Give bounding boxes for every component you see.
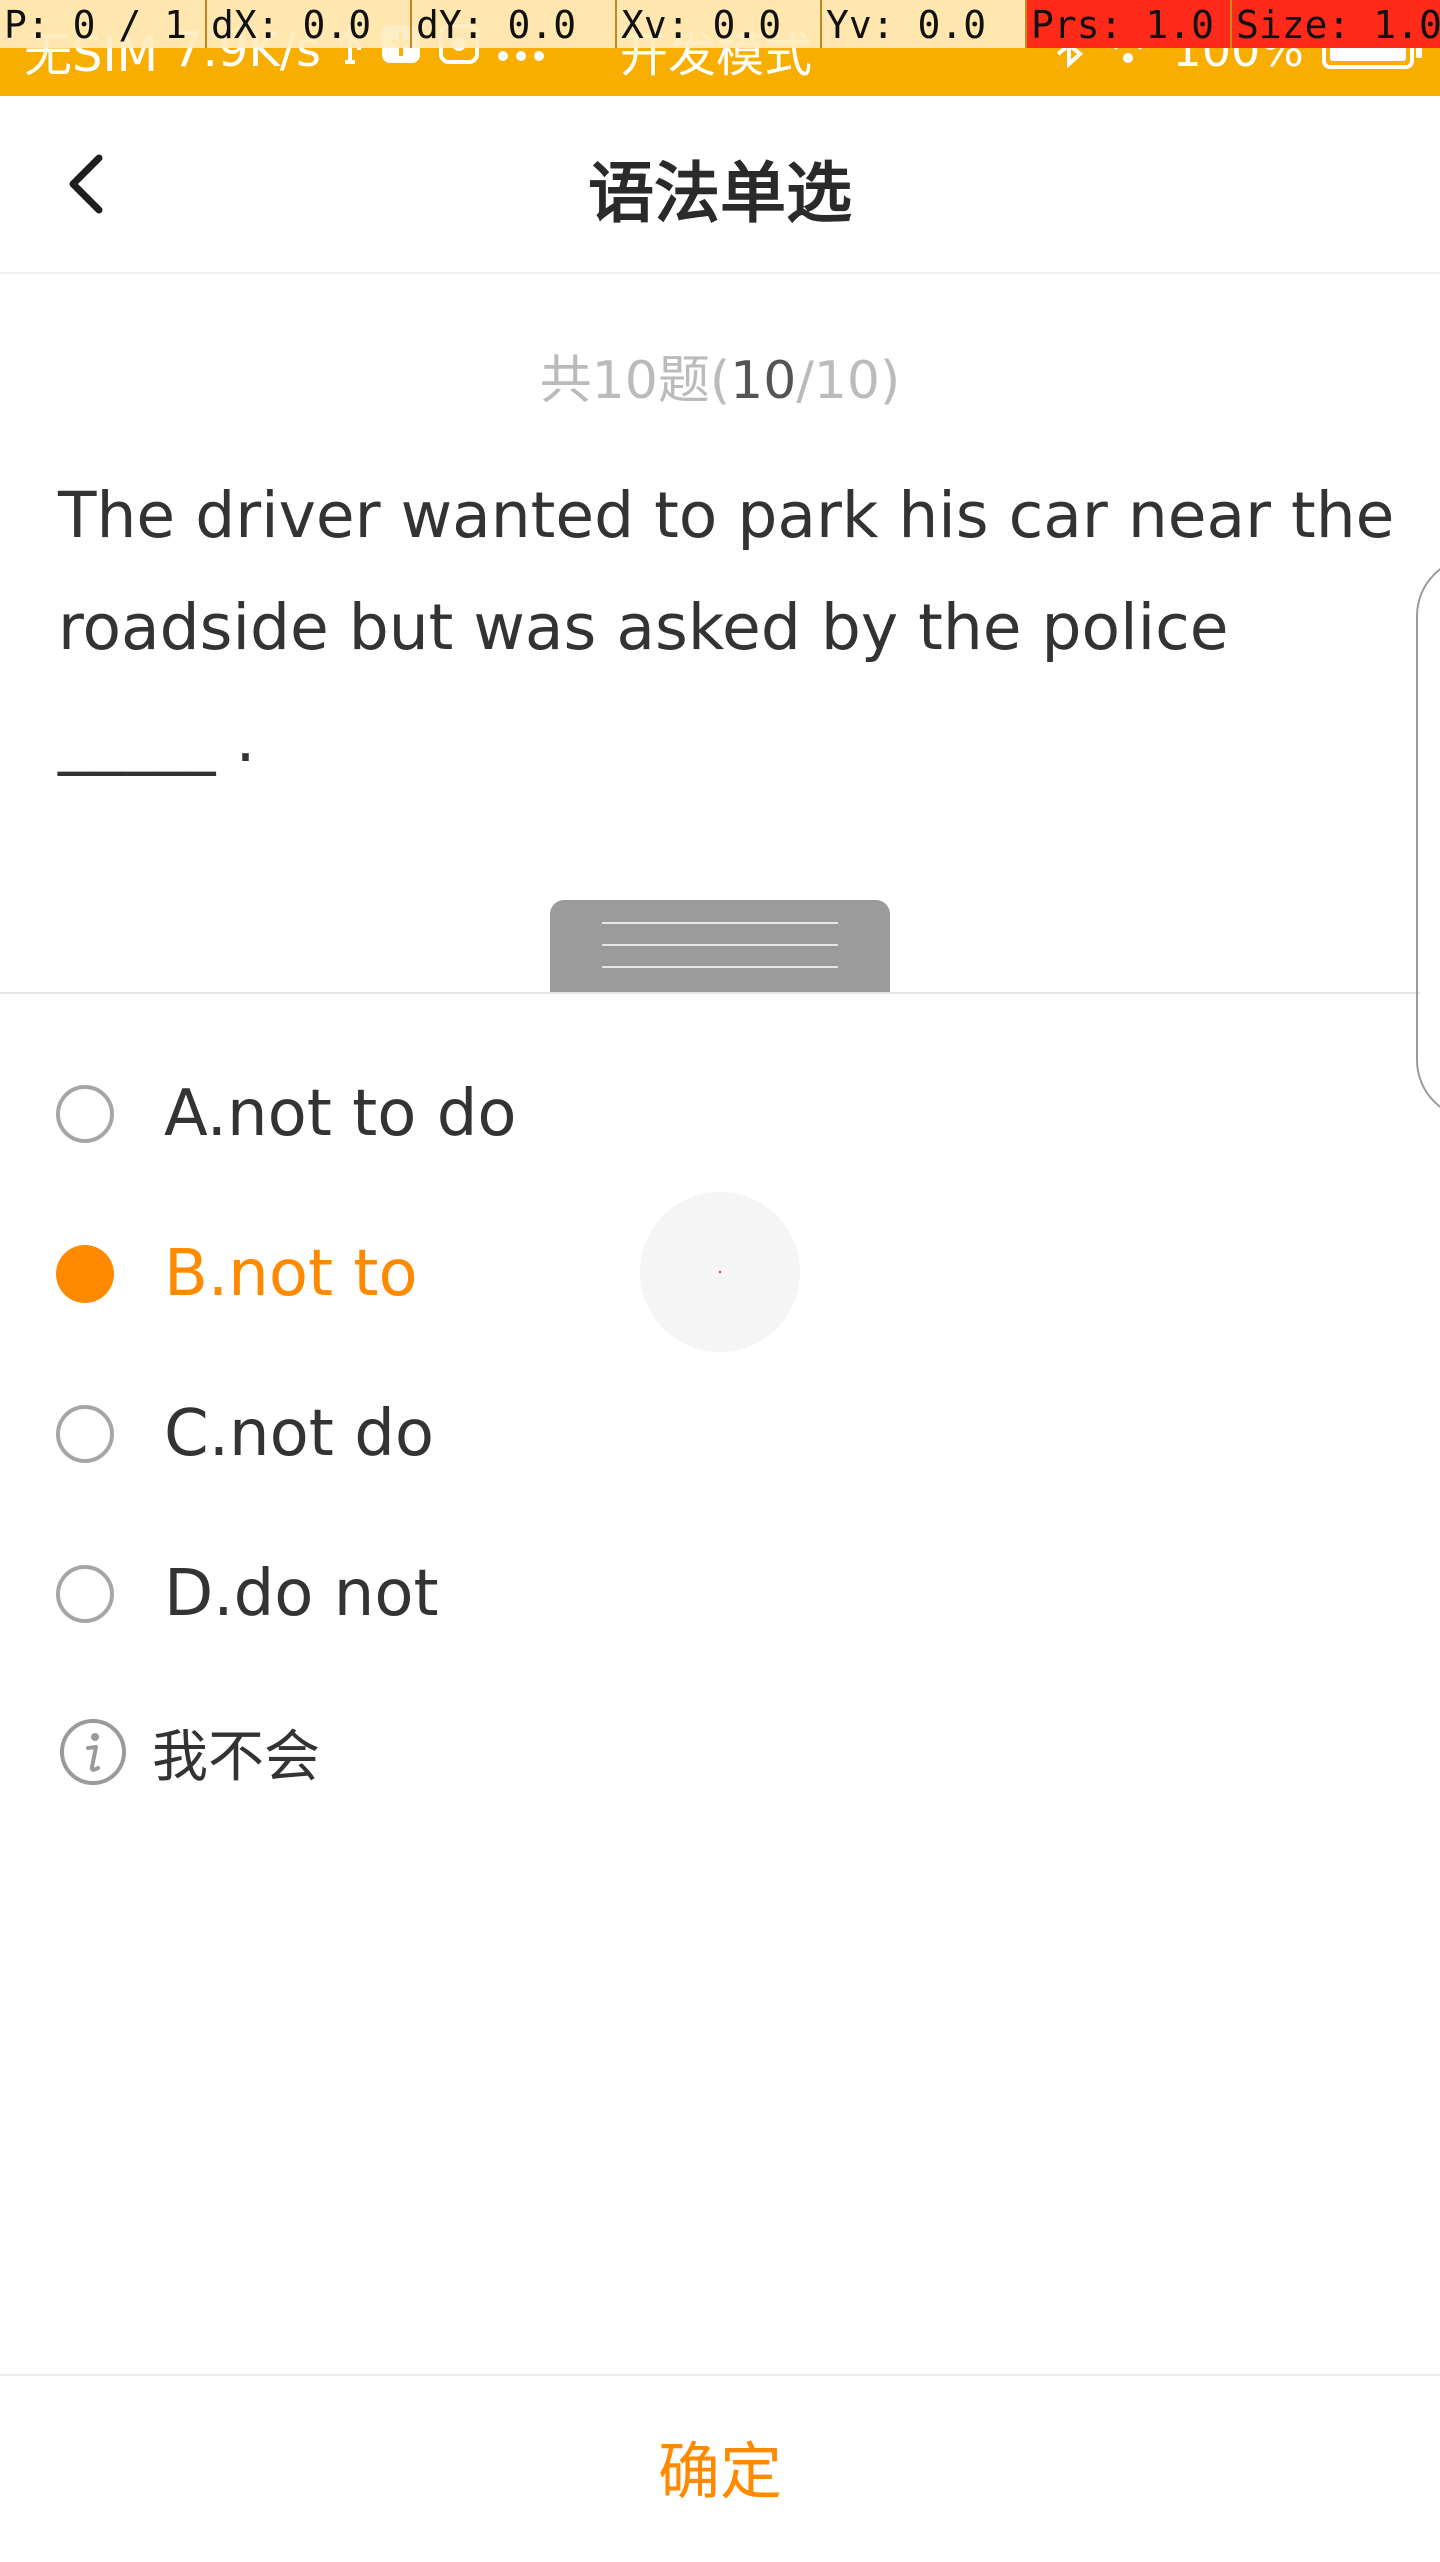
radio-checked-icon [56, 1245, 114, 1303]
radio-unchecked-icon [56, 1085, 114, 1143]
dont-know-label: 我不会 [152, 1724, 320, 1790]
velocity-x: Xv: 0.0 [615, 0, 820, 48]
delta-y: dY: 0.0 [410, 0, 615, 48]
progress-suffix: /10) [796, 351, 901, 411]
radio-unchecked-icon [56, 1565, 114, 1623]
pointer-location-overlay: P: 0 / 1 dX: 0.0 dY: 0.0 Xv: 0.0 Yv: 0.0… [0, 0, 1440, 48]
progress-current: 10 [730, 351, 797, 411]
question-text: The driver wanted to park his car near t… [58, 479, 1395, 776]
info-icon [60, 1719, 126, 1785]
option-a[interactable]: A.not to do [56, 1054, 1256, 1174]
touch-indicator [640, 1192, 800, 1352]
status-bar: 无SIM 7.9K/s 开发模式 100% P: 0 / 1 dX: 0.0 d… [0, 0, 1440, 96]
panel-drag-handle[interactable] [550, 900, 890, 992]
divider [0, 992, 1420, 994]
radio-unchecked-icon [56, 1405, 114, 1463]
title-bar: 语法单选 [0, 96, 1440, 274]
page-title: 语法单选 [588, 155, 852, 232]
confirm-button[interactable]: 确定 [520, 2406, 920, 2526]
pressure: Prs: 1.0 [1025, 0, 1230, 48]
question-progress: 共10题(10/10) [0, 338, 1440, 413]
dont-know-button[interactable]: 我不会 [58, 1712, 320, 1792]
pointer-count: P: 0 / 1 [0, 0, 205, 48]
option-c[interactable]: C.not do [56, 1374, 1256, 1494]
option-b-label: B.not to [164, 1237, 418, 1311]
option-d-label: D.do not [164, 1557, 439, 1631]
option-a-label: A.not to do [164, 1077, 517, 1151]
bottom-bar: 确定 [0, 2374, 1440, 2562]
touch-size: Size: 1.0 [1230, 0, 1440, 48]
delta-x: dX: 0.0 [205, 0, 410, 48]
progress-prefix: 共10题( [539, 351, 731, 411]
velocity-y: Yv: 0.0 [820, 0, 1025, 48]
option-d[interactable]: D.do not [56, 1534, 1256, 1654]
edge-swipe-indicator [1416, 556, 1440, 1120]
option-c-label: C.not do [164, 1397, 434, 1471]
